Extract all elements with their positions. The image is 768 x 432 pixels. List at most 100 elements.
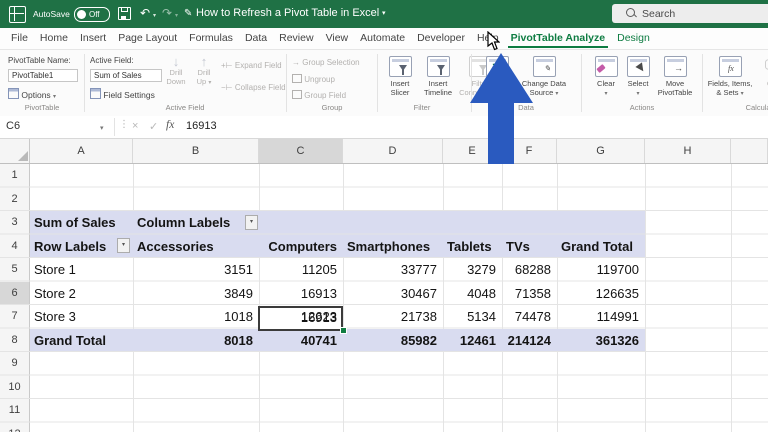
cell-a8[interactable]: Grand Total	[34, 329, 106, 353]
selected-cell-value[interactable]: 16913	[259, 306, 337, 330]
col-header-partial[interactable]	[731, 139, 768, 163]
col-header-g[interactable]: G	[557, 139, 645, 163]
cell-c8[interactable]: 40741	[259, 329, 337, 353]
cell-b5[interactable]: 3151	[133, 258, 253, 282]
group-field-icon	[292, 90, 302, 99]
cell-a5[interactable]: Store 1	[34, 258, 76, 282]
column-header-row: A B C D E F G H	[0, 139, 768, 164]
cell-c6[interactable]: 16913	[259, 282, 337, 306]
cell-e8[interactable]: 12461	[443, 329, 496, 353]
cell-a7[interactable]: Store 3	[34, 305, 76, 329]
cell-d4[interactable]: Smartphones	[347, 235, 430, 259]
cell-a4[interactable]: Row Labels	[34, 235, 106, 259]
cell-b8[interactable]: 8018	[133, 329, 253, 353]
fields-items-sets-icon: fx	[719, 56, 742, 77]
group-selection-button[interactable]: → Group Selection	[292, 58, 360, 67]
cell-d7[interactable]: 21738	[343, 305, 437, 329]
search-box[interactable]: Search	[612, 4, 768, 23]
expand-field-button[interactable]: +⊢ Expand Field	[221, 61, 282, 70]
cell-b3[interactable]: Column Labels	[137, 211, 230, 235]
quick-command-icon[interactable]: ✎	[184, 8, 192, 20]
collapse-field-button[interactable]: −⊢ Collapse Field	[221, 83, 286, 92]
cell-g5[interactable]: 119700	[557, 258, 639, 282]
cell-e6[interactable]: 4048	[443, 282, 496, 306]
cell-f6[interactable]: 71358	[502, 282, 551, 306]
worksheet-grid: A B C D E F G H 1 2 3 4 5	[0, 139, 768, 432]
cell-b7[interactable]: 1018	[133, 305, 253, 329]
enter-icon[interactable]: ✓	[149, 120, 158, 133]
cell-e7[interactable]: 5134	[443, 305, 496, 329]
cancel-icon[interactable]: ×	[132, 120, 138, 132]
col-header-a[interactable]: A	[30, 139, 133, 163]
insert-function-icon[interactable]: fx	[166, 119, 174, 131]
cell-f5[interactable]: 68288	[502, 258, 551, 282]
name-box-dropdown-icon[interactable]: ▾	[100, 124, 104, 132]
select-all-corner[interactable]	[0, 139, 30, 163]
cell-d8[interactable]: 85982	[343, 329, 437, 353]
pivottable-name-input[interactable]: PivotTable1	[8, 69, 78, 82]
redo-icon[interactable]: ↷	[162, 7, 172, 19]
field-settings-button[interactable]: Field Settings	[90, 88, 155, 100]
cell-f7[interactable]: 74478	[502, 305, 551, 329]
tab-review[interactable]: Review	[276, 29, 316, 48]
fill-handle[interactable]	[340, 327, 347, 334]
tab-design[interactable]: Design	[614, 29, 653, 48]
ribbon-divider	[84, 54, 85, 112]
cell-e4[interactable]: Tablets	[447, 235, 492, 259]
save-icon[interactable]	[118, 7, 131, 20]
group-field-button[interactable]: Group Field	[292, 90, 346, 100]
tab-automate[interactable]: Automate	[357, 29, 408, 48]
row-labels-filter-icon[interactable]: ▾	[117, 238, 130, 253]
cell-f4[interactable]: TVs	[506, 235, 530, 259]
cell-d6[interactable]: 30467	[343, 282, 437, 306]
tab-page-layout[interactable]: Page Layout	[115, 29, 180, 48]
col-header-b[interactable]: B	[133, 139, 259, 163]
active-field-input[interactable]: Sum of Sales	[90, 69, 162, 82]
cell-c5[interactable]: 11205	[259, 258, 337, 282]
undo-dropdown-icon[interactable]: ▾	[153, 12, 156, 19]
cell-b4[interactable]: Accessories	[137, 235, 214, 259]
tab-developer[interactable]: Developer	[414, 29, 468, 48]
cell-g6[interactable]: 126635	[557, 282, 639, 306]
cell-d5[interactable]: 33777	[343, 258, 437, 282]
cell-g8[interactable]: 361326	[557, 329, 639, 353]
tab-file[interactable]: File	[8, 29, 31, 48]
tab-pivottable-analyze[interactable]: PivotTable Analyze	[508, 29, 609, 48]
col-header-d[interactable]: D	[343, 139, 443, 163]
tab-formulas[interactable]: Formulas	[186, 29, 236, 48]
col-header-h[interactable]: H	[645, 139, 731, 163]
tab-view[interactable]: View	[323, 29, 352, 48]
excel-logo-icon[interactable]	[9, 6, 26, 23]
tab-data[interactable]: Data	[242, 29, 270, 48]
cell-f8[interactable]: 214124	[502, 329, 551, 353]
document-title[interactable]: How to Refresh a Pivot Table in Excel	[196, 7, 379, 19]
drill-up-button[interactable]: ↑ DrillUp ▾	[192, 54, 216, 87]
cell-g7[interactable]: 114991	[557, 305, 639, 329]
redo-dropdown-icon[interactable]: ▾	[175, 12, 178, 19]
ribbon-tab-bar: File Home Insert Page Layout Formulas Da…	[0, 28, 768, 50]
drill-down-button[interactable]: ↓ DrillDown	[164, 54, 188, 86]
expand-field-icon: +⊢	[221, 61, 233, 70]
options-button[interactable]: Options ▾	[8, 88, 56, 100]
name-box[interactable]: C6	[6, 120, 20, 132]
group-label-calculations: Calculations	[706, 103, 768, 112]
cell-c4[interactable]: Computers	[259, 235, 337, 259]
cell-a3[interactable]: Sum of Sales	[34, 211, 116, 235]
autosave-toggle[interactable]: Off	[74, 7, 110, 22]
mouse-cursor-icon	[486, 31, 500, 51]
undo-icon[interactable]: ↶	[140, 7, 150, 19]
field-settings-icon	[90, 88, 101, 99]
title-dropdown-icon[interactable]: ▾	[382, 9, 386, 17]
cell-b6[interactable]: 3849	[133, 282, 253, 306]
formula-input[interactable]: 16913	[186, 120, 217, 132]
cell-g4[interactable]: Grand Total	[561, 235, 633, 259]
tab-home[interactable]: Home	[37, 29, 71, 48]
formula-bar-grip-icon[interactable]: ⋮	[119, 119, 128, 130]
cell-e5[interactable]: 3279	[443, 258, 496, 282]
column-labels-filter-icon[interactable]: ▾	[245, 215, 258, 230]
ungroup-button[interactable]: Ungroup	[292, 74, 335, 84]
tab-insert[interactable]: Insert	[77, 29, 109, 48]
col-header-c[interactable]: C	[259, 139, 343, 163]
cell-a6[interactable]: Store 2	[34, 282, 76, 306]
title-bar: AutoSave Off ↶ ▾ ↷ ▾ ✎ How to Refresh a …	[0, 0, 768, 28]
